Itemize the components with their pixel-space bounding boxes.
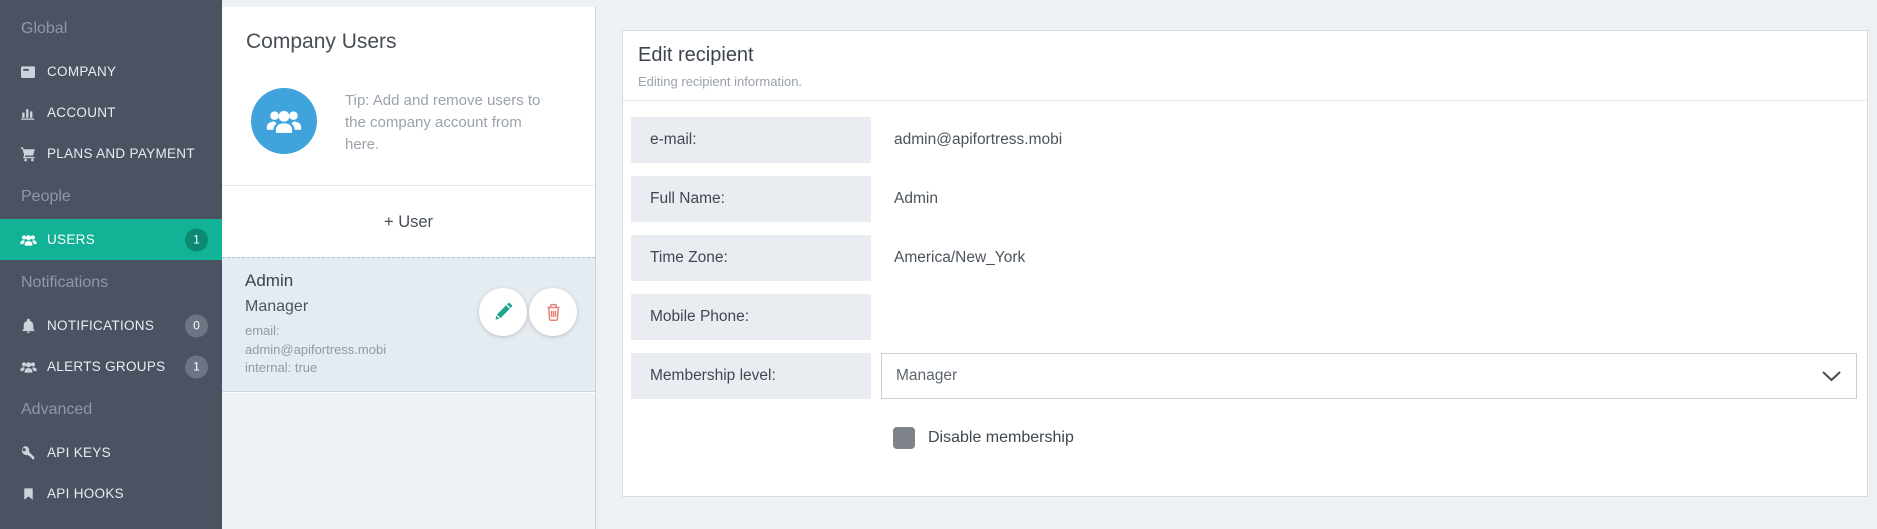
- page-title: Company Users: [246, 30, 397, 54]
- sidebar-item-label: API KEYS: [47, 445, 111, 460]
- sidebar-item-api-hooks[interactable]: API HOOKS: [0, 473, 222, 514]
- field-label: Time Zone:: [631, 235, 871, 281]
- disable-membership-row: Disable membership: [893, 427, 1857, 449]
- field-label: Membership level:: [631, 353, 871, 399]
- sidebar-item-api-keys[interactable]: API KEYS: [0, 432, 222, 473]
- full-name-field[interactable]: Admin: [871, 176, 1857, 222]
- form-row-email: e-mail: admin@apifortress.mobi: [631, 117, 1857, 163]
- sidebar-item-account[interactable]: ACCOUNT: [0, 92, 222, 133]
- field-label: Mobile Phone:: [631, 294, 871, 340]
- email-field[interactable]: admin@apifortress.mobi: [871, 117, 1857, 163]
- alerts-groups-count-badge: 1: [185, 355, 208, 378]
- chevron-down-icon: [1822, 371, 1841, 382]
- bell-icon: [18, 317, 38, 334]
- sidebar-item-alerts-groups[interactable]: ALERTS GROUPS 1: [0, 346, 222, 387]
- sidebar: Global COMPANY ACCOUNT: [0, 0, 222, 529]
- trash-icon: [544, 302, 563, 323]
- membership-level-value: Manager: [896, 367, 957, 385]
- cart-icon: [18, 145, 38, 162]
- delete-user-button[interactable]: [529, 288, 577, 336]
- form-row-full-name: Full Name: Admin: [631, 176, 1857, 222]
- notifications-count-badge: 0: [185, 314, 208, 337]
- time-zone-field[interactable]: America/New_York: [871, 235, 1857, 281]
- sidebar-item-users[interactable]: USERS 1: [0, 219, 222, 260]
- app-root: Global COMPANY ACCOUNT: [0, 0, 1877, 529]
- company-users-panel: Company Users Tip: Add and remove users …: [222, 7, 596, 529]
- mobile-phone-field[interactable]: [871, 294, 1857, 340]
- membership-level-select[interactable]: Manager: [881, 353, 1857, 399]
- sidebar-section-notifications: Notifications: [0, 260, 222, 305]
- edit-user-button[interactable]: [479, 288, 527, 336]
- card-header: Edit recipient Editing recipient informa…: [623, 31, 1867, 100]
- users-icon: [266, 106, 302, 136]
- disable-membership-checkbox[interactable]: [893, 427, 915, 449]
- field-label: Full Name:: [631, 176, 871, 222]
- disable-membership-label: Disable membership: [928, 429, 1074, 447]
- sidebar-item-label: PLANS AND PAYMENT: [47, 146, 195, 161]
- sidebar-item-label: NOTIFICATIONS: [47, 318, 154, 333]
- pencil-icon: [493, 302, 513, 322]
- users-tip-icon: [251, 88, 317, 154]
- user-email: admin@apifortress.mobi: [245, 341, 595, 360]
- form-row-mobile-phone: Mobile Phone:: [631, 294, 1857, 340]
- sidebar-section-global: Global: [0, 6, 222, 51]
- sidebar-item-label: API HOOKS: [47, 486, 124, 501]
- form-row-membership-level: Membership level: Manager: [631, 353, 1857, 399]
- sidebar-section-advanced: Advanced: [0, 387, 222, 432]
- sidebar-item-label: ALERTS GROUPS: [47, 359, 165, 374]
- edit-recipient-card: Edit recipient Editing recipient informa…: [622, 30, 1868, 497]
- field-label: e-mail:: [631, 117, 871, 163]
- key-icon: [18, 444, 38, 461]
- edit-recipient-form: e-mail: admin@apifortress.mobi Full Name…: [623, 101, 1867, 449]
- divider: [222, 185, 595, 186]
- sidebar-item-plans-and-payment[interactable]: PLANS AND PAYMENT: [0, 133, 222, 174]
- sidebar-item-label: USERS: [47, 232, 95, 247]
- card-title: Edit recipient: [638, 44, 1851, 67]
- card-subtitle: Editing recipient information.: [638, 74, 1851, 89]
- sidebar-item-label: ACCOUNT: [47, 105, 116, 120]
- sidebar-item-label: COMPANY: [47, 64, 116, 79]
- form-row-time-zone: Time Zone: America/New_York: [631, 235, 1857, 281]
- users-icon: [18, 358, 38, 375]
- users-icon: [18, 231, 38, 248]
- bar-chart-icon: [18, 104, 38, 121]
- users-count-badge: 1: [185, 228, 208, 251]
- sidebar-item-notifications[interactable]: NOTIFICATIONS 0: [0, 305, 222, 346]
- company-icon: [18, 63, 38, 80]
- edit-recipient-area: Edit recipient Editing recipient informa…: [597, 0, 1877, 529]
- bookmark-icon: [18, 485, 38, 502]
- user-name: Admin: [245, 271, 595, 291]
- sidebar-section-people: People: [0, 174, 222, 219]
- sidebar-item-company[interactable]: COMPANY: [0, 51, 222, 92]
- user-list-empty-area: [222, 393, 595, 529]
- users-tip-text: Tip: Add and remove users to the company…: [345, 90, 550, 156]
- add-user-button[interactable]: + User: [222, 207, 595, 237]
- user-list-item-admin[interactable]: Admin Manager email: admin@apifortress.m…: [222, 257, 595, 392]
- user-internal-flag: internal: true: [245, 359, 595, 378]
